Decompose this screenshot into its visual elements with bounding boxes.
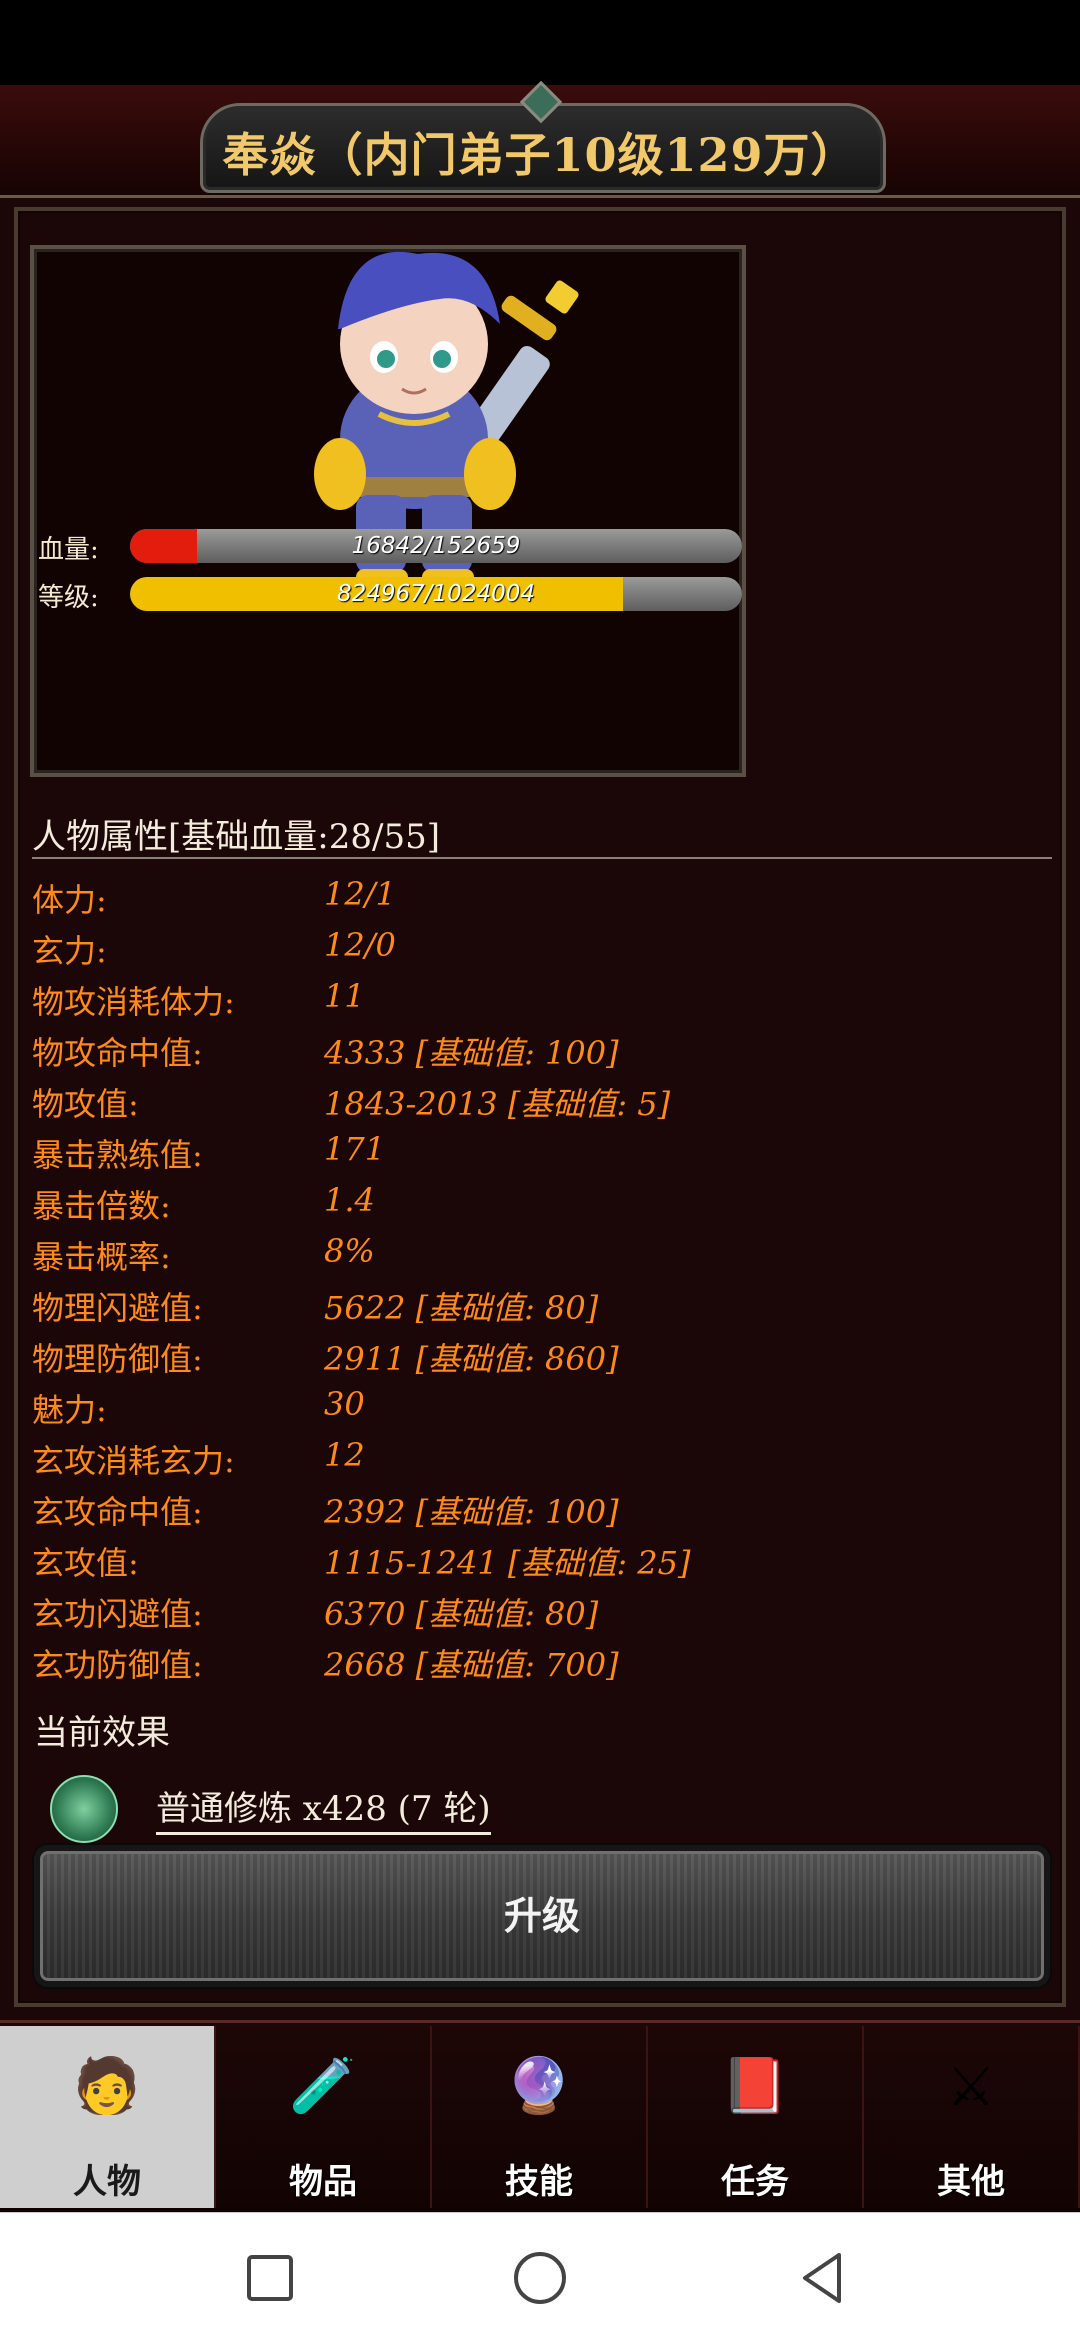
attribute-value: 171	[324, 1130, 386, 1168]
attribute-row: 暴击倍数: 1.4	[32, 1175, 1052, 1226]
attribute-row: 玄力: 12/0	[32, 920, 1052, 971]
attribute-label: 物攻消耗体力:	[32, 983, 235, 1021]
attribute-label: 玄攻值:	[32, 1544, 139, 1582]
attribute-label: 体力:	[32, 881, 107, 919]
attribute-label: 物理防御值:	[32, 1340, 203, 1378]
exp-bar: 824967/1024004	[130, 577, 742, 611]
system-nav-bar	[0, 2212, 1080, 2341]
attribute-row: 魅力: 30	[32, 1379, 1052, 1430]
attribute-value: 1115-1241 [基础值: 25]	[324, 1544, 691, 1582]
attribute-row: 玄攻值: 1115-1241 [基础值: 25]	[32, 1532, 1052, 1583]
upgrade-label: 升级	[503, 1893, 580, 1938]
attribute-value: 30	[324, 1385, 365, 1423]
section-divider	[32, 857, 1052, 859]
attribute-value: 8%	[324, 1232, 375, 1270]
attribute-value: 12/0	[324, 926, 396, 964]
attribute-row: 玄攻消耗玄力: 12	[32, 1430, 1052, 1481]
attribute-row: 物攻消耗体力: 11	[32, 971, 1052, 1022]
upgrade-button[interactable]: 升级	[34, 1845, 1050, 1987]
attribute-label: 暴击概率:	[32, 1238, 171, 1276]
attribute-row: 物攻命中值: 4333 [基础值: 100]	[32, 1022, 1052, 1073]
tab-label: 物品	[289, 2162, 357, 2202]
attribute-row: 暴击熟练值: 171	[32, 1124, 1052, 1175]
exp-value: 824967/1024004	[337, 581, 535, 607]
attribute-value: 1843-2013 [基础值: 5]	[324, 1085, 671, 1123]
effects-title: 当前效果	[34, 1713, 170, 1753]
character-title: 奉焱（内门弟子10级129万）	[222, 128, 858, 182]
tab-sword-shield[interactable]: ⚔ 其他	[864, 2026, 1080, 2208]
attribute-label: 物理闪避值:	[32, 1289, 203, 1327]
attributes-title: 人物属性[基础血量:28/55]	[32, 817, 440, 857]
attribute-label: 暴击熟练值:	[32, 1136, 203, 1174]
attribute-label: 玄功防御值:	[32, 1646, 203, 1684]
attribute-label: 暴击倍数:	[32, 1187, 171, 1225]
character-icon: 🧑	[73, 2054, 141, 2117]
back-button[interactable]	[787, 2243, 857, 2313]
tab-potion[interactable]: 🧪 物品	[216, 2026, 432, 2208]
home-button[interactable]	[505, 2243, 575, 2313]
portrait-panel: 血量: 16842/152659 等级: 824967/1024004	[30, 245, 746, 777]
attribute-label: 玄攻消耗玄力:	[32, 1442, 235, 1480]
meditation-icon	[50, 1775, 118, 1843]
attribute-label: 物攻命中值:	[32, 1034, 203, 1072]
bottom-tab-bar: 🧑 人物 🧪 物品 🔮 技能 📕 任务 ⚔ 其他	[0, 2020, 1080, 2213]
attribute-row: 物理闪避值: 5622 [基础值: 80]	[32, 1277, 1052, 1328]
attribute-row: 物攻值: 1843-2013 [基础值: 5]	[32, 1073, 1052, 1124]
hp-value: 16842/152659	[351, 533, 521, 559]
attribute-label: 玄攻命中值:	[32, 1493, 203, 1531]
tab-character[interactable]: 🧑 人物	[0, 2026, 216, 2208]
sword-shield-icon: ⚔	[946, 2054, 996, 2118]
effect-item[interactable]: 普通修炼 x428 (7 轮)	[156, 1781, 491, 1835]
attribute-row: 玄攻命中值: 2392 [基础值: 100]	[32, 1481, 1052, 1532]
quest-book-icon: 📕	[721, 2054, 789, 2117]
attribute-label: 玄功闪避值:	[32, 1595, 203, 1633]
recents-button[interactable]	[235, 2243, 305, 2313]
attribute-label: 玄力:	[32, 932, 107, 970]
attributes-list: 体力: 12/1 玄力: 12/0 物攻消耗体力: 11 物攻命中值: 4333 [基础值: …	[32, 869, 1052, 1685]
attribute-value: 4333 [基础值: 100]	[324, 1034, 619, 1072]
tab-skill-orb[interactable]: 🔮 技能	[432, 2026, 648, 2208]
attribute-value: 1.4	[324, 1181, 375, 1219]
tab-label: 人物	[73, 2162, 141, 2202]
attribute-value: 12	[324, 1436, 365, 1474]
potion-icon: 🧪	[289, 2054, 357, 2117]
attribute-value: 5622 [基础值: 80]	[324, 1289, 599, 1327]
attribute-row: 物理防御值: 2911 [基础值: 860]	[32, 1328, 1052, 1379]
level-label: 等级:	[38, 583, 99, 613]
game-screen: 奉焱（内门弟子10级129万） 血量: 16842/152659 等级: 824…	[0, 80, 1080, 2020]
skill-orb-icon: 🔮	[505, 2054, 573, 2117]
tab-label: 技能	[505, 2162, 573, 2202]
tab-label: 任务	[721, 2162, 789, 2202]
attribute-value: 2911 [基础值: 860]	[324, 1340, 619, 1378]
attribute-row: 玄功防御值: 2668 [基础值: 700]	[32, 1634, 1052, 1685]
attribute-value: 6370 [基础值: 80]	[324, 1595, 599, 1633]
attribute-row: 体力: 12/1	[32, 869, 1052, 920]
tab-label: 其他	[937, 2162, 1005, 2202]
attribute-label: 物攻值:	[32, 1085, 139, 1123]
attribute-value: 2668 [基础值: 700]	[324, 1646, 619, 1684]
attribute-row: 暴击概率: 8%	[32, 1226, 1052, 1277]
attribute-value: 11	[324, 977, 365, 1015]
hp-label: 血量:	[38, 535, 99, 565]
attribute-row: 玄功闪避值: 6370 [基础值: 80]	[32, 1583, 1052, 1634]
hp-bar: 16842/152659	[130, 529, 742, 563]
status-bar	[0, 0, 1080, 85]
attribute-value: 12/1	[324, 875, 396, 913]
tab-quest-book[interactable]: 📕 任务	[648, 2026, 864, 2208]
attribute-label: 魅力:	[32, 1391, 107, 1429]
attribute-value: 2392 [基础值: 100]	[324, 1493, 619, 1531]
